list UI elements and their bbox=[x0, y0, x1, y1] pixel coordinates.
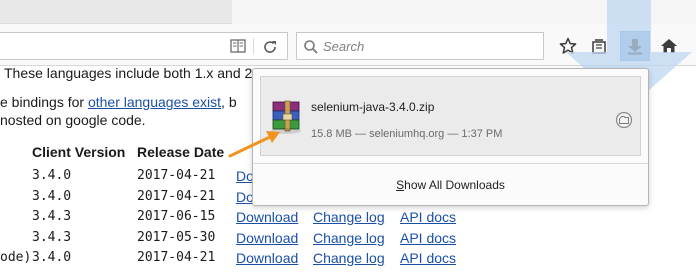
search-icon bbox=[304, 40, 318, 54]
row-release-date: 2017-05-30 bbox=[137, 229, 216, 245]
home-icon bbox=[661, 39, 677, 53]
search-bar[interactable] bbox=[296, 32, 544, 60]
api-docs-link[interactable]: API docs bbox=[400, 209, 456, 225]
url-bar-separator bbox=[253, 38, 254, 54]
download-link[interactable]: Download bbox=[236, 230, 298, 246]
show-all-downloads-button[interactable]: Show All Downloads bbox=[253, 164, 648, 206]
library-icon bbox=[592, 39, 606, 54]
show-all-access-key: S bbox=[396, 178, 405, 192]
intro-line-3: nosted on google code. bbox=[0, 112, 146, 128]
downloads-panel: selenium-java-3.4.0.zip 15.8 MB — seleni… bbox=[252, 68, 649, 206]
row-release-date: 2017-06-15 bbox=[137, 209, 216, 224]
navigation-toolbar bbox=[0, 24, 696, 66]
intro-line-2: e bindings for other languages exist, b bbox=[0, 94, 237, 110]
reader-view-icon[interactable] bbox=[230, 39, 246, 53]
winrar-archive-icon bbox=[271, 100, 301, 134]
download-arrow-icon bbox=[628, 39, 642, 55]
row-release-date: 2017-04-21 bbox=[137, 168, 216, 183]
row-version: 3.4.3 bbox=[32, 209, 72, 224]
row-version: 3.4.3 bbox=[32, 229, 72, 245]
search-input[interactable] bbox=[323, 36, 533, 56]
change-log-link[interactable]: Change log bbox=[313, 230, 385, 246]
star-icon bbox=[559, 37, 577, 54]
download-link[interactable]: Download bbox=[236, 250, 298, 266]
row-version: 3.4.0 bbox=[32, 168, 72, 183]
row-prefix-text: ode) bbox=[0, 250, 32, 265]
change-log-link[interactable]: Change log bbox=[313, 209, 385, 225]
tab-strip bbox=[0, 0, 696, 24]
row-release-date: 2017-04-21 bbox=[137, 250, 216, 265]
api-docs-link[interactable]: API docs bbox=[400, 250, 456, 266]
client-version-header: Client Version bbox=[32, 144, 126, 160]
release-date-header: Release Date bbox=[137, 144, 225, 160]
show-all-label: how All Downloads bbox=[404, 178, 505, 192]
other-languages-link[interactable]: other languages exist bbox=[88, 94, 221, 110]
row-version: 3.4.0 bbox=[32, 188, 72, 204]
change-log-link[interactable]: Change log bbox=[313, 250, 385, 266]
bookmark-button[interactable] bbox=[554, 32, 582, 60]
download-link[interactable]: Download bbox=[236, 209, 298, 225]
row-version: 3.4.0 bbox=[32, 250, 72, 265]
api-docs-link[interactable]: API docs bbox=[400, 230, 456, 246]
download-filename: selenium-java-3.4.0.zip bbox=[311, 100, 435, 114]
open-folder-icon[interactable] bbox=[615, 111, 633, 129]
download-status: 15.8 MB — seleniumhq.org — 1:37 PM bbox=[311, 128, 503, 140]
download-item[interactable]: selenium-java-3.4.0.zip 15.8 MB — seleni… bbox=[260, 76, 641, 156]
downloads-button[interactable] bbox=[620, 31, 650, 61]
library-button[interactable] bbox=[585, 32, 613, 60]
url-bar[interactable] bbox=[0, 32, 288, 60]
active-tab[interactable] bbox=[0, 0, 232, 24]
home-button[interactable] bbox=[655, 32, 683, 60]
reload-icon[interactable] bbox=[262, 39, 278, 55]
row-release-date: 2017-04-21 bbox=[137, 188, 216, 204]
